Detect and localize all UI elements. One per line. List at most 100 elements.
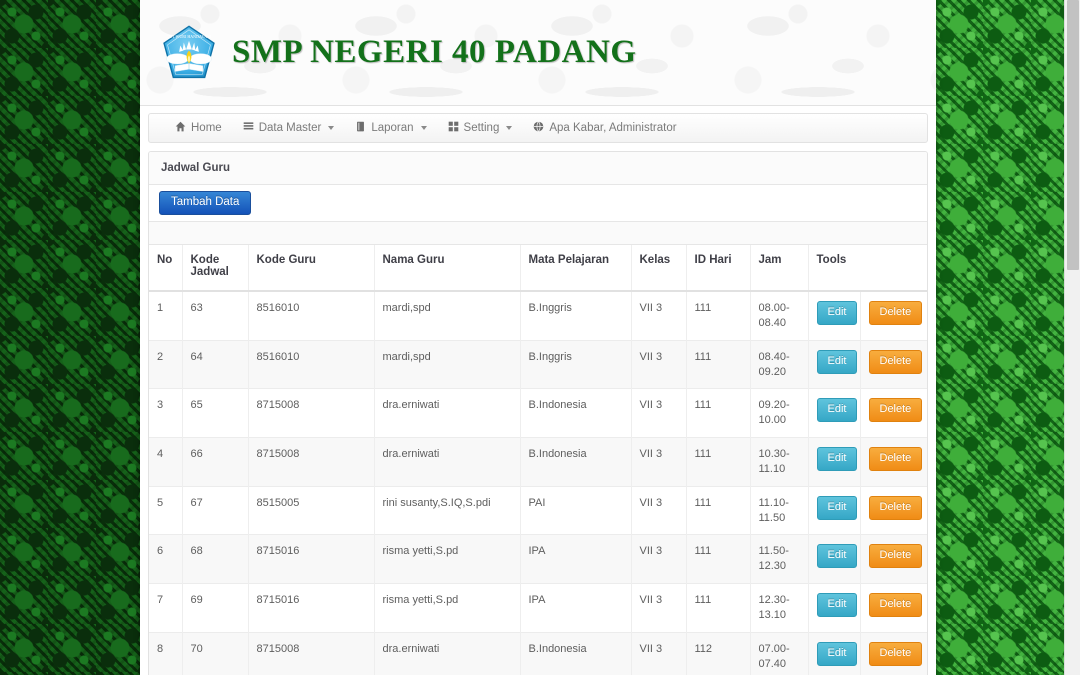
cell-delete-action: Delete <box>860 631 927 675</box>
cell-jam: 11.50-12.30 <box>750 534 809 584</box>
cell-mata-pelajaran: IPA <box>520 534 632 584</box>
cell-id-hari: 111 <box>686 583 751 633</box>
table-header-row: No Kode Jadwal Kode Guru Nama Guru Mata … <box>149 245 927 292</box>
column-header-no: No <box>149 245 183 292</box>
cell-delete-action: Delete <box>860 437 927 487</box>
cell-id-hari: 111 <box>686 534 751 584</box>
cell-kode-guru: 8715008 <box>248 631 375 675</box>
list-icon <box>243 121 254 135</box>
cell-jam: 07.00-07.40 <box>750 631 809 675</box>
nav-item-laporan[interactable]: Laporan <box>355 121 427 135</box>
cell-no: 5 <box>149 485 183 535</box>
delete-button[interactable]: Delete <box>868 495 923 520</box>
cell-mata-pelajaran: B.Indonesia <box>520 388 632 438</box>
table-row: 7 69 8715016 risma yetti,S.pd IPA VII 3 111 12.… <box>149 583 927 633</box>
cell-id-hari: 112 <box>686 631 751 675</box>
edit-button[interactable]: Edit <box>816 495 858 520</box>
nav-item-data-master-label: Data Master <box>258 122 322 134</box>
table-row: 5 67 8515005 rini susanty,S.IQ,S.pdi PAI VII … <box>149 485 927 535</box>
cell-edit-action: Edit <box>808 583 861 633</box>
delete-button[interactable]: Delete <box>868 447 923 472</box>
edit-button[interactable]: Edit <box>816 398 858 423</box>
background-pattern-left <box>0 0 140 675</box>
cell-id-hari: 111 <box>686 437 751 487</box>
cell-kode-jadwal: 67 <box>182 485 249 535</box>
cell-mata-pelajaran: B.Indonesia <box>520 437 632 487</box>
chevron-down-icon <box>420 126 427 130</box>
cell-kode-guru: 8516010 <box>248 290 375 341</box>
cell-kode-guru: 8515005 <box>248 485 375 535</box>
column-header-kode-guru: Kode Guru <box>248 245 375 292</box>
cell-edit-action: Edit <box>808 290 861 341</box>
grid-icon <box>448 121 459 135</box>
cell-kode-jadwal: 63 <box>182 290 249 341</box>
cell-kelas: VII 3 <box>631 437 687 487</box>
cell-mata-pelajaran: B.Inggris <box>520 290 632 341</box>
cell-edit-action: Edit <box>808 339 861 389</box>
cell-nama-guru: rini susanty,S.IQ,S.pdi <box>374 485 521 535</box>
cell-nama-guru: risma yetti,S.pd <box>374 583 521 633</box>
site-title: SMP NEGERI 40 PADANG <box>232 34 637 70</box>
cell-kode-guru: 8715016 <box>248 583 375 633</box>
nav-item-data-master[interactable]: Data Master <box>243 121 335 135</box>
table-row: 4 66 8715008 dra.erniwati B.Indonesia VII 3 11… <box>149 437 927 487</box>
cell-kode-guru: 8516010 <box>248 339 375 389</box>
edit-button[interactable]: Edit <box>816 447 858 472</box>
cell-delete-action: Delete <box>860 290 927 341</box>
cell-kode-jadwal: 64 <box>182 339 249 389</box>
column-header-jam: Jam <box>750 245 809 292</box>
cell-no: 7 <box>149 583 183 633</box>
edit-button[interactable]: Edit <box>816 349 858 374</box>
nav-item-setting-label: Setting <box>463 122 500 134</box>
cell-mata-pelajaran: PAI <box>520 485 632 535</box>
edit-button[interactable]: Edit <box>816 544 858 569</box>
edit-button[interactable]: Edit <box>816 301 858 325</box>
table-body: 1 63 8516010 mardi,spd B.Inggris VII 3 111 08.0… <box>149 290 927 675</box>
cell-mata-pelajaran: B.Indonesia <box>520 631 632 675</box>
cell-delete-action: Delete <box>860 534 927 584</box>
nav-item-user-greeting[interactable]: Apa Kabar, Administrator <box>533 121 677 135</box>
vertical-scrollbar[interactable] <box>1064 0 1080 675</box>
nav-item-setting[interactable]: Setting <box>448 121 513 135</box>
delete-button[interactable]: Delete <box>868 544 923 569</box>
cell-nama-guru: dra.erniwati <box>374 631 521 675</box>
cell-jam: 09.20-10.00 <box>750 388 809 438</box>
scrollbar-thumb[interactable] <box>1067 0 1079 270</box>
table-row: 3 65 8715008 dra.erniwati B.Indonesia VII 3 11… <box>149 388 927 438</box>
background-pattern-right <box>935 0 1080 675</box>
cell-kelas: VII 3 <box>631 388 687 438</box>
delete-button[interactable]: Delete <box>868 593 923 618</box>
cell-no: 8 <box>149 631 183 675</box>
delete-button[interactable]: Delete <box>868 641 923 666</box>
cell-nama-guru: dra.erniwati <box>374 437 521 487</box>
delete-button[interactable]: Delete <box>868 301 923 325</box>
cell-kelas: VII 3 <box>631 485 687 535</box>
panel-toolbar: Tambah Data <box>149 185 927 222</box>
cell-no: 1 <box>149 290 183 341</box>
column-header-mata-pelajaran: Mata Pelajaran <box>520 245 632 292</box>
cell-kelas: VII 3 <box>631 631 687 675</box>
cell-delete-action: Delete <box>860 485 927 535</box>
tambah-data-button[interactable]: Tambah Data <box>159 190 252 216</box>
cell-kode-guru: 8715008 <box>248 437 375 487</box>
cell-delete-action: Delete <box>860 583 927 633</box>
cell-no: 2 <box>149 339 183 389</box>
panel-heading: Jadwal Guru <box>149 152 927 185</box>
cell-nama-guru: risma yetti,S.pd <box>374 534 521 584</box>
page-title: Jadwal Guru <box>161 162 231 174</box>
jadwal-guru-table: No Kode Jadwal Kode Guru Nama Guru Mata … <box>149 245 927 675</box>
edit-button[interactable]: Edit <box>816 593 858 618</box>
column-header-nama-guru: Nama Guru <box>374 245 521 292</box>
cell-edit-action: Edit <box>808 388 861 438</box>
cell-edit-action: Edit <box>808 485 861 535</box>
cell-delete-action: Delete <box>860 339 927 389</box>
nav-item-home[interactable]: Home <box>175 121 222 135</box>
edit-button[interactable]: Edit <box>816 641 858 666</box>
globe-icon <box>533 121 544 135</box>
cell-nama-guru: dra.erniwati <box>374 388 521 438</box>
delete-button[interactable]: Delete <box>868 349 923 374</box>
delete-button[interactable]: Delete <box>868 398 923 423</box>
cell-id-hari: 111 <box>686 485 751 535</box>
cell-kode-jadwal: 66 <box>182 437 249 487</box>
tut-wuri-handayani-logo-icon: TUT WURI HANDAYANI <box>160 24 218 82</box>
